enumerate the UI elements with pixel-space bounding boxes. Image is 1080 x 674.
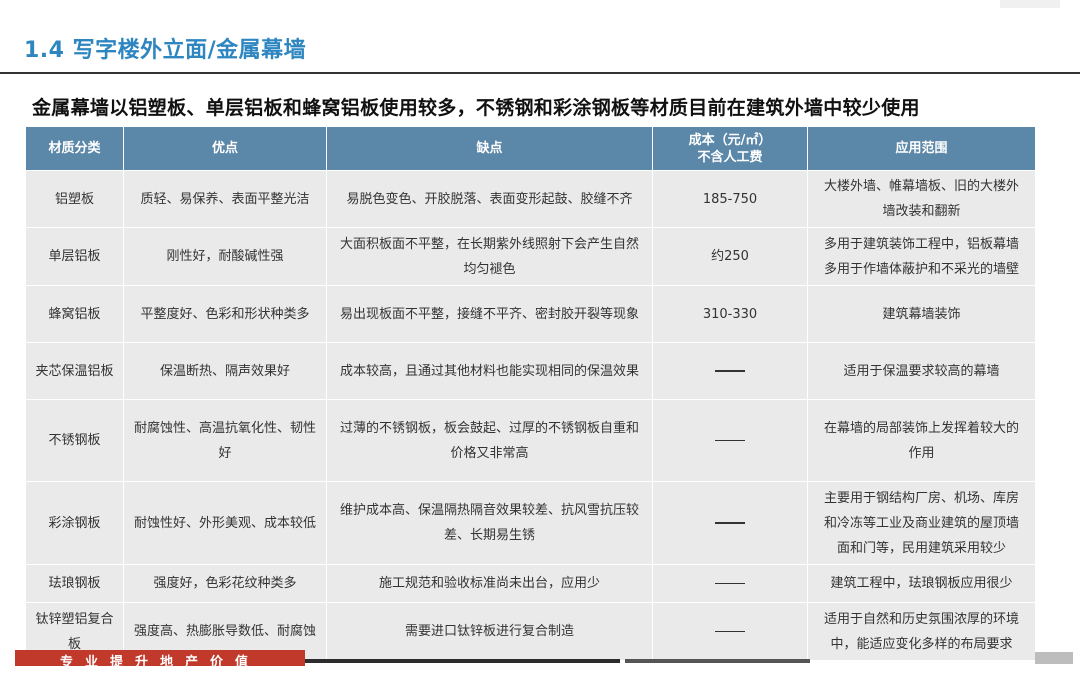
cell-pros: 刚性好，耐酸碱性强 (123, 227, 327, 286)
cell-scope: 主要用于钢结构厂房、机场、库房和冷冻等工业及商业建筑的屋顶墙面和门等，民用建筑采… (807, 481, 1036, 565)
header-material: 材质分类 (25, 126, 124, 171)
cell-scope: 在幕墙的局部装饰上发挥着较大的作用 (807, 399, 1036, 482)
cell-cons: 施工规范和验收标准尚未出台，应用少 (326, 564, 653, 603)
cell-cost: 约250 (652, 227, 808, 286)
cell-pros: 耐腐蚀性、高温抗氧化性、韧性好 (123, 399, 327, 482)
cell-cons: 需要进口钛锌板进行复合制造 (326, 602, 653, 661)
cell-scope: 多用于建筑装饰工程中，铝板幕墙多用于作墙体蔽护和不采光的墙壁 (807, 227, 1036, 286)
cell-cost (652, 602, 808, 661)
cell-cost (652, 564, 808, 603)
table-row: 单层铝板 刚性好，耐酸碱性强 大面积板面不平整，在长期紫外线照射下会产生自然均匀… (25, 227, 1036, 286)
cell-material: 彩涂钢板 (25, 481, 124, 565)
cell-pros: 平整度好、色彩和形状种类多 (123, 285, 327, 343)
cell-scope: 适用于自然和历史氛围浓厚的环境中，能适应变化多样的布局要求 (807, 602, 1036, 661)
cell-pros: 质轻、易保养、表面平整光洁 (123, 170, 327, 228)
table-row: 不锈钢板 耐腐蚀性、高温抗氧化性、韧性好 过薄的不锈钢板，板会鼓起、过厚的不锈钢… (25, 399, 1036, 482)
table-row: 夹芯保温铝板 保温断热、隔声效果好 成本较高，且通过其他材料也能实现相同的保温效… (25, 342, 1036, 400)
cost-dash (715, 630, 745, 633)
cell-cons: 成本较高，且通过其他材料也能实现相同的保温效果 (326, 342, 653, 400)
footer-dark-segment (305, 659, 500, 663)
page-title: 1.4 写字楼外立面/金属幕墙 (24, 38, 307, 63)
cell-pros: 保温断热、隔声效果好 (123, 342, 327, 400)
footer-gray-segment (1035, 652, 1073, 664)
table-row: 铝塑板 质轻、易保养、表面平整光洁 易脱色变色、开胶脱落、表面变形起鼓、胶缝不齐… (25, 170, 1036, 228)
cell-cons: 易脱色变色、开胶脱落、表面变形起鼓、胶缝不齐 (326, 170, 653, 228)
cell-cons: 过薄的不锈钢板，板会鼓起、过厚的不锈钢板自重和价格又非常高 (326, 399, 653, 482)
cell-material: 铝塑板 (25, 170, 124, 228)
cell-material: 单层铝板 (25, 227, 124, 286)
table-row: 珐琅钢板 强度好，色彩花纹种类多 施工规范和验收标准尚未出台，应用少 建筑工程中… (25, 564, 1036, 603)
material-comparison-table: 材质分类 优点 缺点 成本（元/㎡） 不含人工费 应用范围 铝塑板 质轻、易保养… (25, 126, 1036, 661)
header-cost: 成本（元/㎡） 不含人工费 (652, 126, 808, 171)
cost-dash (715, 582, 745, 585)
table-header-row: 材质分类 优点 缺点 成本（元/㎡） 不含人工费 应用范围 (25, 126, 1036, 171)
table-row: 彩涂钢板 耐蚀性好、外形美观、成本较低 维护成本高、保温隔热隔音效果较差、抗风雪… (25, 481, 1036, 565)
cell-cost (652, 342, 808, 400)
footer-dark-segment (500, 659, 620, 663)
cell-cons: 大面积板面不平整，在长期紫外线照射下会产生自然均匀褪色 (326, 227, 653, 286)
header-cons: 缺点 (326, 126, 653, 171)
corner-decoration (1000, 0, 1060, 8)
table-row: 蜂窝铝板 平整度好、色彩和形状种类多 易出现板面不平整，接缝不平齐、密封胶开裂等… (25, 285, 1036, 343)
header-scope: 应用范围 (807, 126, 1036, 171)
cell-scope: 建筑工程中，珐琅钢板应用很少 (807, 564, 1036, 603)
cell-material: 珐琅钢板 (25, 564, 124, 603)
cost-dash (715, 370, 745, 372)
cell-material: 夹芯保温铝板 (25, 342, 124, 400)
cell-material: 不锈钢板 (25, 399, 124, 482)
cell-material: 蜂窝铝板 (25, 285, 124, 343)
footer-slogan: 专业提升地产价值 (60, 655, 261, 670)
header-pros: 优点 (123, 126, 327, 171)
cost-dash (715, 522, 745, 524)
cell-scope: 适用于保温要求较高的幕墙 (807, 342, 1036, 400)
section-subtitle: 金属幕墙以铝塑板、单层铝板和蜂窝铝板使用较多，不锈钢和彩涂钢板等材质目前在建筑外… (32, 97, 920, 119)
cell-cost (652, 399, 808, 482)
cell-scope: 大楼外墙、帷幕墙板、旧的大楼外墙改装和翻新 (807, 170, 1036, 228)
cell-cost: 185-750 (652, 170, 808, 228)
cell-cost: 310-330 (652, 285, 808, 343)
title-divider (0, 72, 1080, 74)
footer-dark-segment (625, 659, 810, 663)
cell-cost (652, 481, 808, 565)
cell-pros: 耐蚀性好、外形美观、成本较低 (123, 481, 327, 565)
cell-pros: 强度好，色彩花纹种类多 (123, 564, 327, 603)
cell-cons: 易出现板面不平整，接缝不平齐、密封胶开裂等现象 (326, 285, 653, 343)
cell-scope: 建筑幕墙装饰 (807, 285, 1036, 343)
cost-dash (715, 439, 745, 442)
cell-cons: 维护成本高、保温隔热隔音效果较差、抗风雪抗压较差、长期易生锈 (326, 481, 653, 565)
